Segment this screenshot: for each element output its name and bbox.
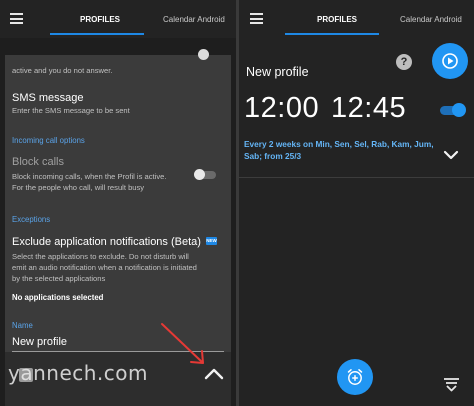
sms-message-desc: Enter the SMS message to be sent xyxy=(12,106,130,115)
block-calls-title[interactable]: Block calls xyxy=(12,156,64,168)
screenshot: PROFILES Calendar Android active and you… xyxy=(0,0,474,406)
tab-profiles[interactable]: PROFILES xyxy=(317,15,357,24)
profile-separator xyxy=(239,177,474,178)
cut-toggle-knob[interactable] xyxy=(198,49,209,60)
active-tab-indicator xyxy=(285,33,379,35)
sms-message-title[interactable]: SMS message xyxy=(12,92,84,104)
profile-toggle-knob[interactable] xyxy=(452,103,466,117)
start-time[interactable]: 12:00 xyxy=(244,92,319,125)
watermark-text: yannech.com xyxy=(8,361,148,385)
menu-icon[interactable] xyxy=(10,13,23,24)
play-circle-icon xyxy=(442,53,458,69)
new-badge: NEW xyxy=(206,237,217,245)
left-screen: PROFILES Calendar Android active and you… xyxy=(0,0,236,406)
block-calls-desc-2: For the people who call, will result bus… xyxy=(12,183,145,192)
chevron-down-icon[interactable] xyxy=(443,150,459,160)
tab-calendar-android[interactable]: Calendar Android xyxy=(163,15,225,24)
profile-name[interactable]: New profile xyxy=(246,65,309,79)
exclude-desc-3: by the selected applications xyxy=(12,274,106,283)
name-field-label: Name xyxy=(12,321,33,330)
tab-profiles[interactable]: PROFILES xyxy=(80,15,120,24)
exclude-notifications-title[interactable]: Exclude application notifications (Beta) xyxy=(12,236,201,248)
exceptions-header: Exceptions xyxy=(12,215,51,224)
right-screen: PROFILES Calendar Android New profile ? … xyxy=(239,0,474,406)
cut-description: active and you do not answer. xyxy=(12,66,113,75)
add-alarm-icon xyxy=(347,369,363,385)
help-icon[interactable]: ? xyxy=(396,54,412,70)
right-top-bar: PROFILES Calendar Android xyxy=(239,0,474,38)
sort-icon[interactable] xyxy=(443,377,460,393)
schedule-summary: Every 2 weeks on Min, Sen, Sel, Rab, Kam… xyxy=(244,139,434,161)
red-arrow-annotation xyxy=(161,323,204,364)
no-applications-selected[interactable]: No applications selected xyxy=(12,293,103,302)
exclude-desc-1: Select the applications to exclude. Do n… xyxy=(12,252,189,261)
incoming-call-options-header: Incoming call options xyxy=(12,136,85,145)
add-alarm-button[interactable] xyxy=(337,359,373,395)
block-calls-toggle-knob[interactable] xyxy=(194,169,205,180)
left-top-bar: PROFILES Calendar Android xyxy=(0,0,236,38)
block-calls-desc-1: Block incoming calls, when the Profil is… xyxy=(12,172,167,181)
end-time[interactable]: 12:45 xyxy=(331,92,406,125)
chevron-up-icon[interactable] xyxy=(204,368,224,380)
play-button[interactable] xyxy=(432,43,468,79)
menu-icon[interactable] xyxy=(250,13,263,24)
tab-calendar-android[interactable]: Calendar Android xyxy=(400,15,462,24)
name-field-input[interactable]: New profile xyxy=(12,336,67,348)
exclude-desc-2: emit an audio notification when a notifi… xyxy=(12,263,197,272)
active-tab-indicator xyxy=(50,33,144,35)
